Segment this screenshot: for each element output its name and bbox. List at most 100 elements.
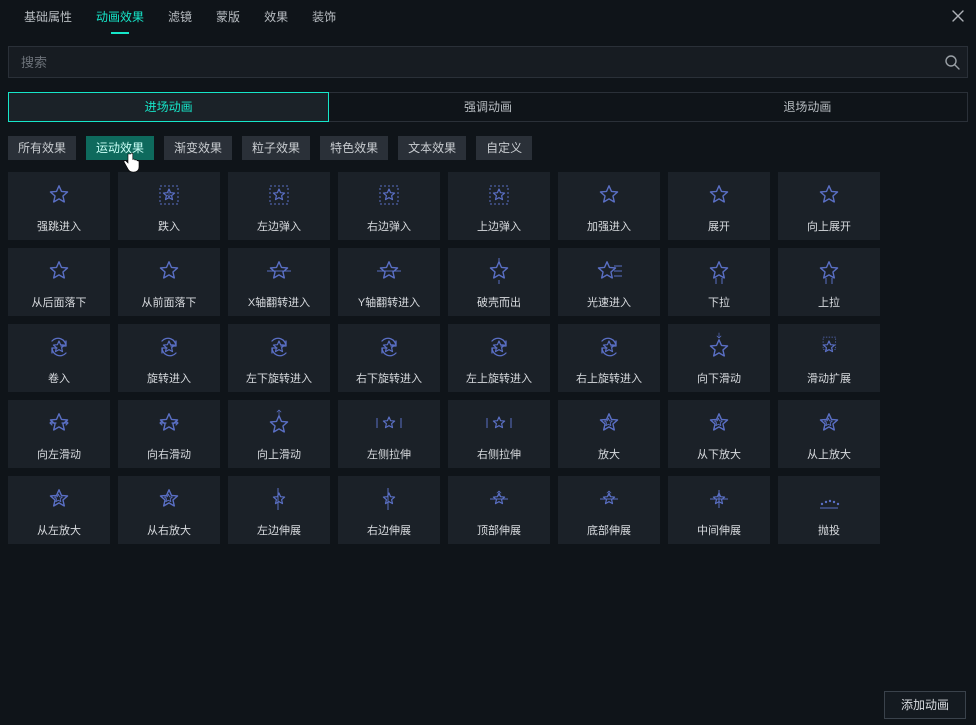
top-tab-3[interactable]: 蒙版	[204, 0, 252, 34]
effect-cell[interactable]: 从左放大	[8, 476, 110, 544]
effect-cell[interactable]: 左上旋转进入	[448, 324, 550, 392]
effect-label: 向左滑动	[37, 446, 81, 462]
effect-cell[interactable]: 从前面落下	[118, 248, 220, 316]
effect-cell[interactable]: 从右放大	[118, 476, 220, 544]
effect-cell[interactable]: 上拉	[778, 248, 880, 316]
star-icon	[149, 254, 189, 288]
effect-cell[interactable]: 右上旋转进入	[558, 324, 660, 392]
effect-cell[interactable]: 抛投	[778, 476, 880, 544]
star-stretch-h-icon	[369, 406, 409, 440]
effect-label: 旋转进入	[147, 370, 191, 386]
effect-cell[interactable]: 右边伸展	[338, 476, 440, 544]
star-box-up-icon	[479, 178, 519, 212]
effect-label: 从前面落下	[142, 294, 197, 310]
effect-label: 左边弹入	[257, 218, 301, 234]
effect-cell[interactable]: 左边伸展	[228, 476, 330, 544]
star-box-right-icon	[369, 178, 409, 212]
effect-label: 破壳而出	[477, 294, 521, 310]
effect-label: 顶部伸展	[477, 522, 521, 538]
star-pull-up-icon	[809, 254, 849, 288]
filter-5[interactable]: 文本效果	[398, 136, 466, 160]
effect-label: 放大	[598, 446, 620, 462]
search-input[interactable]	[8, 46, 968, 78]
effect-cell[interactable]: 滑动扩展	[778, 324, 880, 392]
effect-cell[interactable]: 向上展开	[778, 172, 880, 240]
effect-cell[interactable]: 向右滑动	[118, 400, 220, 468]
effect-cell[interactable]: 向上滑动	[228, 400, 330, 468]
effect-cell[interactable]: 向左滑动	[8, 400, 110, 468]
effect-cell[interactable]: 底部伸展	[558, 476, 660, 544]
star-icon	[39, 178, 79, 212]
effect-cell[interactable]: 跌入	[118, 172, 220, 240]
dots-icon	[809, 482, 849, 516]
star-arrows-h-icon	[39, 406, 79, 440]
category-tab-1[interactable]: 强调动画	[328, 93, 647, 121]
effect-cell[interactable]: 加强进入	[558, 172, 660, 240]
filter-2[interactable]: 渐变效果	[164, 136, 232, 160]
star-box-left-icon	[259, 178, 299, 212]
effect-cell[interactable]: 上边弹入	[448, 172, 550, 240]
effect-cell[interactable]: 展开	[668, 172, 770, 240]
effect-cell[interactable]: 顶部伸展	[448, 476, 550, 544]
effect-cell[interactable]: 右边弹入	[338, 172, 440, 240]
top-tab-4[interactable]: 效果	[252, 0, 300, 34]
effect-label: 跌入	[158, 218, 180, 234]
effect-label: 从后面落下	[32, 294, 87, 310]
effect-label: 展开	[708, 218, 730, 234]
effect-cell[interactable]: 从后面落下	[8, 248, 110, 316]
effect-cell[interactable]: 左侧拉伸	[338, 400, 440, 468]
top-tab-0[interactable]: 基础属性	[12, 0, 84, 34]
star-spin-icon	[479, 330, 519, 364]
effect-label: 光速进入	[587, 294, 631, 310]
effect-cell[interactable]: 光速进入	[558, 248, 660, 316]
star-zoom-icon	[149, 482, 189, 516]
effect-cell[interactable]: X轴翻转进入	[228, 248, 330, 316]
close-icon[interactable]	[950, 8, 966, 24]
effect-cell[interactable]: 向下滑动	[668, 324, 770, 392]
star-roll-icon	[39, 330, 79, 364]
effect-cell[interactable]: 旋转进入	[118, 324, 220, 392]
search-field	[8, 46, 968, 78]
star-speed-icon	[589, 254, 629, 288]
effect-filter-row: 所有效果运动效果渐变效果粒子效果特色效果文本效果自定义	[0, 122, 976, 168]
filter-4[interactable]: 特色效果	[320, 136, 388, 160]
top-tab-5[interactable]: 装饰	[300, 0, 348, 34]
effect-cell[interactable]: 下拉	[668, 248, 770, 316]
effect-cell[interactable]: 中间伸展	[668, 476, 770, 544]
top-tab-2[interactable]: 滤镜	[156, 0, 204, 34]
top-tabbar: 基础属性动画效果滤镜蒙版效果装饰	[0, 0, 976, 34]
effect-label: 右下旋转进入	[356, 370, 422, 386]
effect-label: 右边弹入	[367, 218, 411, 234]
star-spin-icon	[589, 330, 629, 364]
category-tab-0[interactable]: 进场动画	[8, 92, 329, 122]
effect-label: 左侧拉伸	[367, 446, 411, 462]
effect-label: 强跳进入	[37, 218, 81, 234]
effect-cell[interactable]: Y轴翻转进入	[338, 248, 440, 316]
add-animation-button[interactable]: 添加动画	[884, 691, 966, 719]
effect-label: 向右滑动	[147, 446, 191, 462]
filter-3[interactable]: 粒子效果	[242, 136, 310, 160]
effect-cell[interactable]: 左下旋转进入	[228, 324, 330, 392]
star-pull-down-icon	[699, 254, 739, 288]
effect-cell[interactable]: 卷入	[8, 324, 110, 392]
top-tab-1[interactable]: 动画效果	[84, 0, 156, 34]
filter-0[interactable]: 所有效果	[8, 136, 76, 160]
effect-cell[interactable]: 左边弹入	[228, 172, 330, 240]
effect-cell[interactable]: 放大	[558, 400, 660, 468]
effect-cell[interactable]: 从上放大	[778, 400, 880, 468]
effect-cell[interactable]: 破壳而出	[448, 248, 550, 316]
star-arrow-up-icon	[259, 406, 299, 440]
effect-cell[interactable]: 右侧拉伸	[448, 400, 550, 468]
filter-6[interactable]: 自定义	[476, 136, 532, 160]
effect-cell[interactable]: 强跳进入	[8, 172, 110, 240]
star-zoom-icon	[699, 406, 739, 440]
effect-cell[interactable]: 从下放大	[668, 400, 770, 468]
star-flip-y-icon	[369, 254, 409, 288]
filter-1[interactable]: 运动效果	[86, 136, 154, 160]
star-down-icon	[149, 178, 189, 212]
effect-label: 右上旋转进入	[576, 370, 642, 386]
search-icon[interactable]	[944, 54, 960, 70]
category-tab-2[interactable]: 退场动画	[648, 93, 967, 121]
effect-label: 向上展开	[807, 218, 851, 234]
effect-cell[interactable]: 右下旋转进入	[338, 324, 440, 392]
